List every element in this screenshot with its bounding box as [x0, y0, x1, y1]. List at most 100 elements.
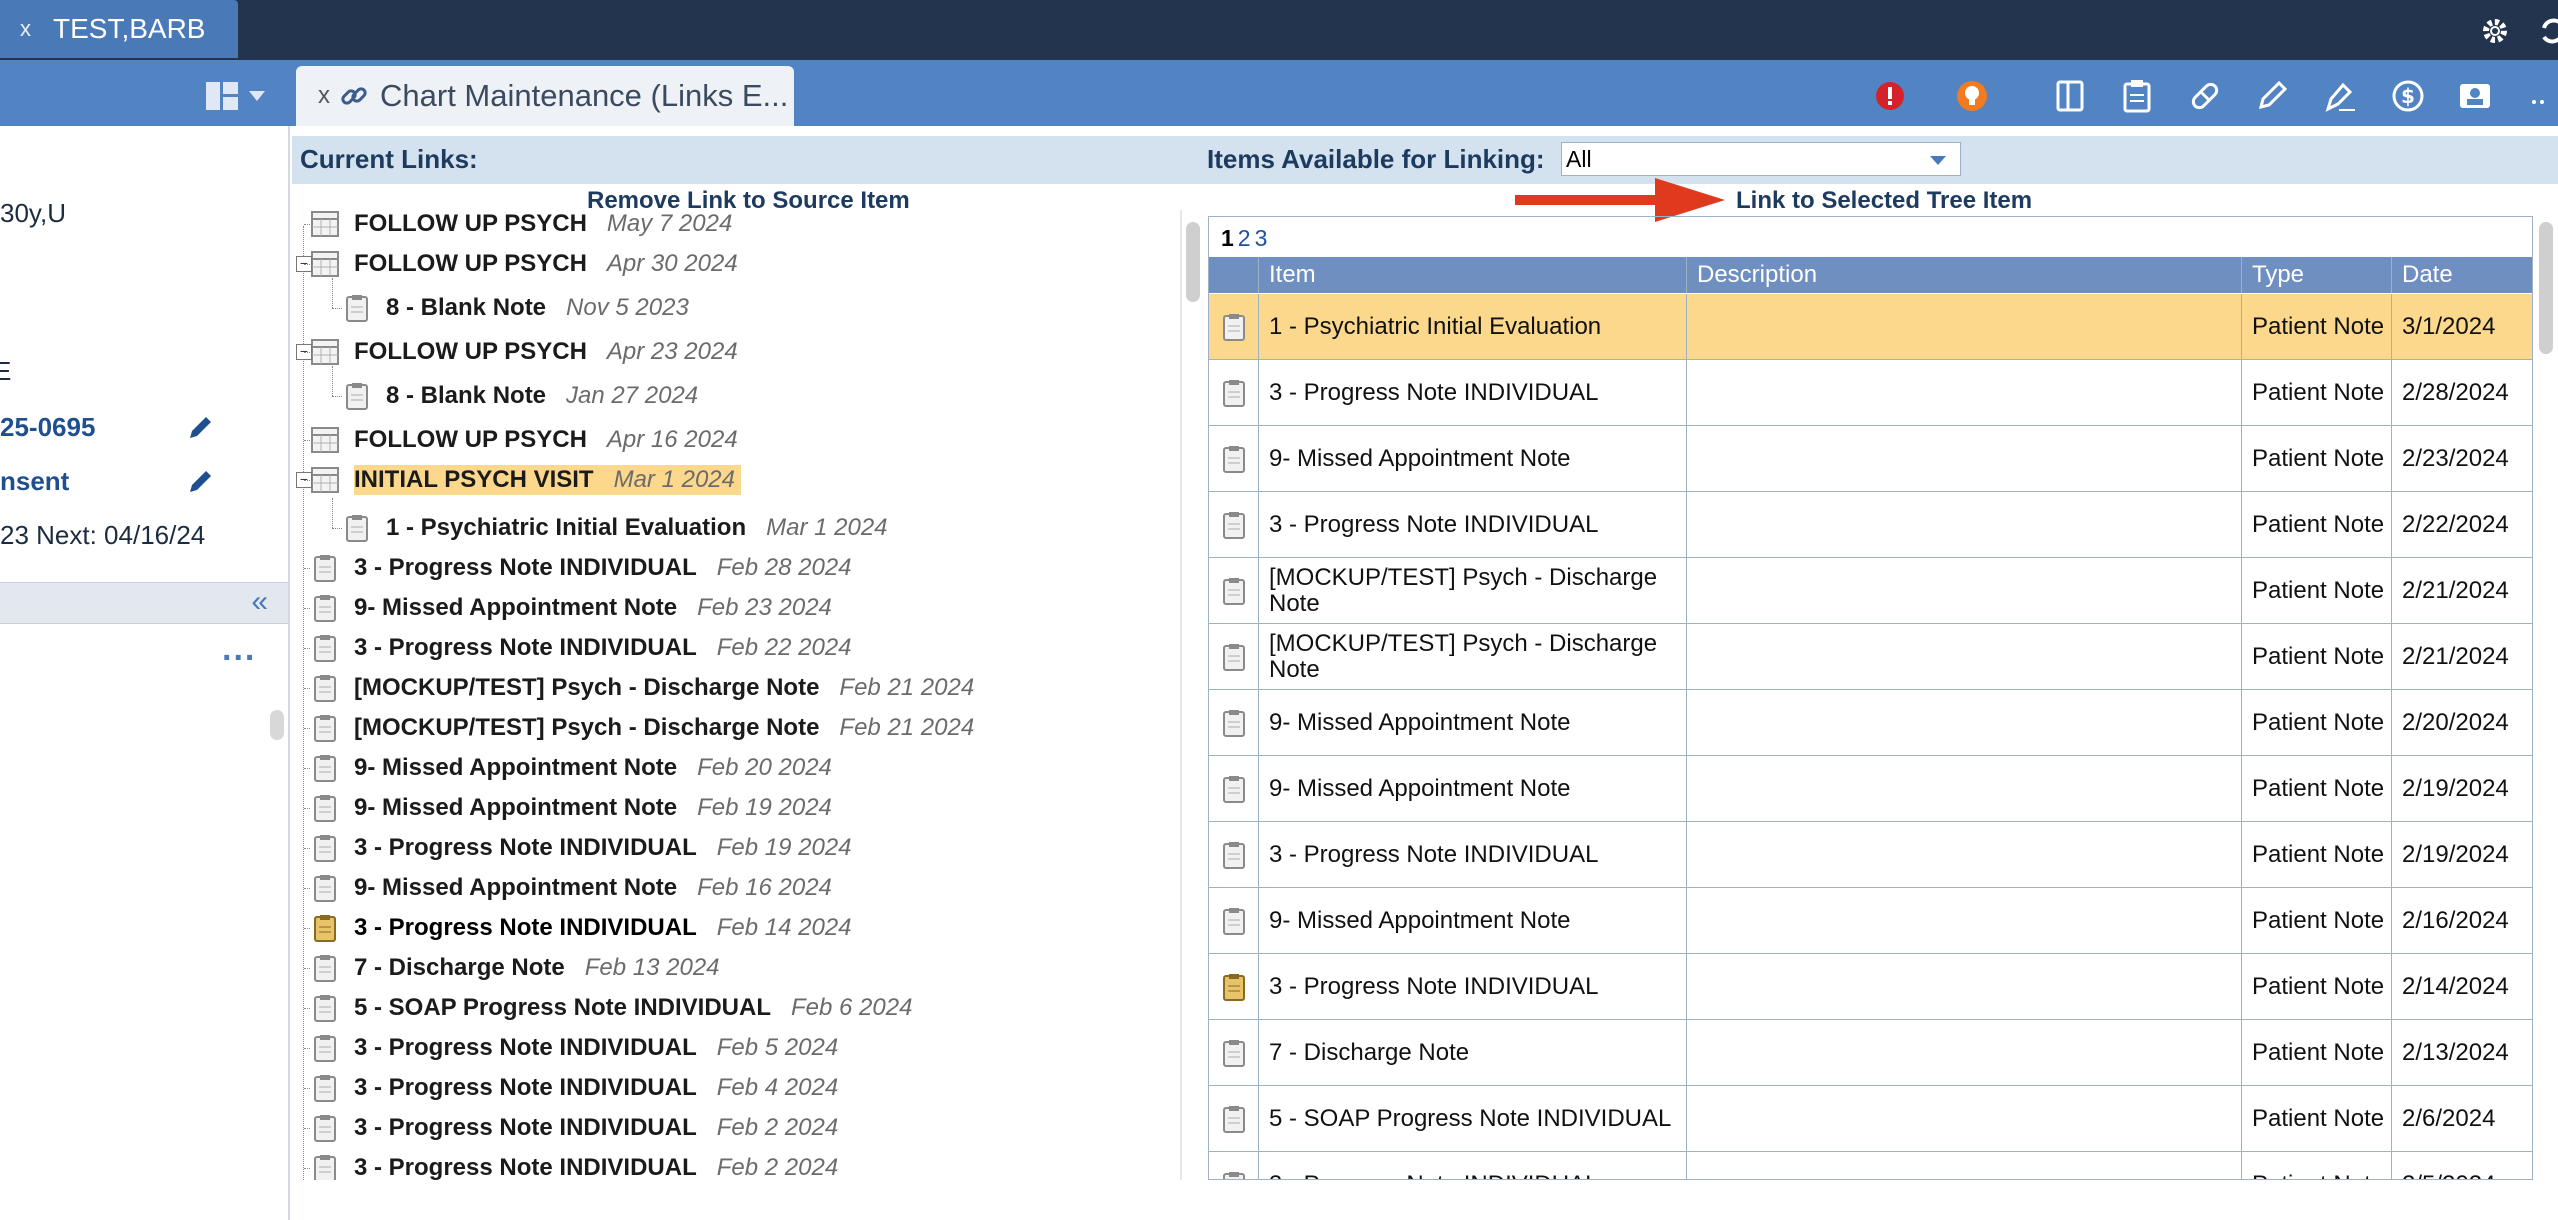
- grid-row[interactable]: 3 - Progress Note INDIVIDUAL Patient Note…: [1209, 360, 2532, 426]
- grid-cell-description: [1687, 690, 2242, 755]
- more-options-icon[interactable]: ...: [222, 630, 256, 669]
- edit-phone-pencil-icon[interactable]: [186, 412, 216, 442]
- collapse-panel-bar[interactable]: «: [0, 582, 288, 624]
- tree-item-date: Apr 30 2024: [606, 250, 738, 277]
- tree-item-label-wrap: [MOCKUP/TEST] Psych - Discharge Note Feb …: [354, 713, 974, 743]
- col-header-item[interactable]: Item: [1259, 257, 1687, 293]
- refresh-icon[interactable]: [2536, 14, 2558, 48]
- top-bar: [0, 0, 2558, 60]
- page-current[interactable]: 1: [1221, 225, 1234, 251]
- note-clipboard-icon: [310, 873, 354, 903]
- grid-row[interactable]: 3 - Progress Note INDIVIDUAL Patient Note…: [1209, 822, 2532, 888]
- grid-cell-item: 3 - Progress Note INDIVIDUAL: [1259, 822, 1687, 887]
- alert-icon[interactable]: [1870, 76, 1910, 116]
- tree-item-label: 9- Missed Appointment Note: [354, 594, 678, 621]
- grid-cell-type: Patient Note: [2242, 1020, 2392, 1085]
- tree-item[interactable]: 3 - Progress Note INDIVIDUAL Feb 14 2024: [310, 910, 852, 946]
- tree-item[interactable]: 8 - Blank Note Jan 27 2024: [342, 378, 698, 414]
- tree-item[interactable]: 3 - Progress Note INDIVIDUAL Feb 2 2024: [310, 1150, 838, 1180]
- pen-sign-icon[interactable]: [2320, 76, 2360, 116]
- tree-item[interactable]: INITIAL PSYCH VISIT Mar 1 2024: [310, 462, 741, 498]
- col-header-description[interactable]: Description: [1687, 257, 2242, 293]
- tree-scroll-track: [1180, 210, 1182, 1180]
- grid-row[interactable]: 3 - Progress Note INDIVIDUAL Patient Note…: [1209, 492, 2532, 558]
- lightbulb-icon[interactable]: [1952, 76, 1992, 116]
- note-clipboard-icon: [1209, 360, 1259, 425]
- patient-consent[interactable]: nsent: [0, 466, 69, 497]
- note-clipboard-icon: [310, 953, 354, 983]
- col-header-date[interactable]: Date: [2392, 257, 2532, 293]
- tree-item-label: 3 - Progress Note INDIVIDUAL: [354, 1034, 697, 1061]
- chart-maintenance-tab[interactable]: x Chart Maintenance (Links E...: [296, 66, 794, 126]
- tree-item[interactable]: [MOCKUP/TEST] Psych - Discharge Note Feb …: [310, 670, 974, 706]
- tree-item-label: 5 - SOAP Progress Note INDIVIDUAL: [354, 994, 771, 1021]
- tree-item-label-wrap: 8 - Blank Note Jan 27 2024: [386, 381, 698, 411]
- tree-item[interactable]: 7 - Discharge Note Feb 13 2024: [310, 950, 720, 986]
- tree-item-date: Feb 4 2024: [716, 1074, 839, 1101]
- id-card-icon[interactable]: [2455, 76, 2495, 116]
- col-header-type[interactable]: Type: [2242, 257, 2392, 293]
- tree-item[interactable]: 9- Missed Appointment Note Feb 16 2024: [310, 870, 832, 906]
- tree-item[interactable]: 3 - Progress Note INDIVIDUAL Feb 22 2024: [310, 630, 852, 666]
- grid-row[interactable]: 9- Missed Appointment Note Patient Note 2/…: [1209, 690, 2532, 756]
- tree-item-date: Feb 5 2024: [716, 1034, 839, 1061]
- page-link-2[interactable]: 2: [1238, 225, 1251, 251]
- tree-item[interactable]: 3 - Progress Note INDIVIDUAL Feb 4 2024: [310, 1070, 838, 1106]
- close-patient-tab-icon[interactable]: x: [20, 16, 31, 42]
- tree-item[interactable]: 3 - Progress Note INDIVIDUAL Feb 2 2024: [310, 1110, 838, 1146]
- tree-item[interactable]: FOLLOW UP PSYCH Apr 23 2024: [310, 334, 738, 370]
- grid-header-icon-col: [1209, 257, 1259, 293]
- tree-item-date: Feb 16 2024: [697, 874, 832, 901]
- tree-item[interactable]: 5 - SOAP Progress Note INDIVIDUAL Feb 6 2…: [310, 990, 912, 1026]
- grid-row[interactable]: 9- Missed Appointment Note Patient Note 2/…: [1209, 426, 2532, 492]
- grid-row[interactable]: 1 - Psychiatric Initial Evaluation Patien…: [1209, 294, 2532, 360]
- grid-row[interactable]: 5 - SOAP Progress Note INDIVIDUAL Patient…: [1209, 1086, 2532, 1152]
- tree-item[interactable]: [MOCKUP/TEST] Psych - Discharge Note Feb …: [310, 710, 974, 746]
- note-clipboard-icon: [310, 833, 354, 863]
- tree-item[interactable]: FOLLOW UP PSYCH Apr 30 2024: [310, 246, 738, 282]
- tree-item[interactable]: FOLLOW UP PSYCH May 7 2024: [310, 206, 732, 242]
- billing-dollar-icon[interactable]: $: [2388, 76, 2428, 116]
- grid-row[interactable]: 3 - Progress Note INDIVIDUAL Patient Note…: [1209, 954, 2532, 1020]
- tree-item[interactable]: 9- Missed Appointment Note Feb 19 2024: [310, 790, 832, 826]
- tree-item[interactable]: 1 - Psychiatric Initial Evaluation Mar 1 …: [342, 510, 888, 546]
- pill-icon[interactable]: [2185, 76, 2225, 116]
- tree-item-label: [MOCKUP/TEST] Psych - Discharge Note: [354, 714, 820, 741]
- grid-row[interactable]: 3 - Progress Note INDIVIDUAL Patient Note…: [1209, 1152, 2532, 1179]
- clipboard-icon[interactable]: [2117, 76, 2157, 116]
- page-link-3[interactable]: 3: [1255, 225, 1268, 251]
- tree-item[interactable]: 9- Missed Appointment Note Feb 20 2024: [310, 750, 832, 786]
- book-icon[interactable]: [2050, 76, 2090, 116]
- grid-row[interactable]: 9- Missed Appointment Note Patient Note 2/…: [1209, 888, 2532, 954]
- grid-row[interactable]: 9- Missed Appointment Note Patient Note 2/…: [1209, 756, 2532, 822]
- tree-item[interactable]: FOLLOW UP PSYCH Apr 16 2024: [310, 422, 738, 458]
- tree-item-label-wrap: [MOCKUP/TEST] Psych - Discharge Note Feb …: [354, 673, 974, 703]
- tree-item-label: 1 - Psychiatric Initial Evaluation: [386, 514, 747, 541]
- tree-item[interactable]: 3 - Progress Note INDIVIDUAL Feb 28 2024: [310, 550, 852, 586]
- pencil-icon[interactable]: [2252, 76, 2292, 116]
- patient-phone[interactable]: 25-0695: [0, 412, 95, 443]
- double-chevron-left-icon[interactable]: «: [251, 585, 268, 619]
- link-to-selected-button[interactable]: Link to Selected Tree Item: [1736, 187, 2032, 215]
- more-icon[interactable]: [2526, 76, 2558, 116]
- tree-scrollbar[interactable]: [1186, 222, 1200, 302]
- grid-cell-description: [1687, 294, 2242, 359]
- grid-row[interactable]: 7 - Discharge Note Patient Note 2/13/2024: [1209, 1020, 2532, 1086]
- left-panel-scrollbar[interactable]: [270, 710, 284, 740]
- tree-item[interactable]: 9- Missed Appointment Note Feb 23 2024: [310, 590, 832, 626]
- svg-text:$: $: [2401, 84, 2415, 108]
- items-filter-select[interactable]: All: [1561, 142, 1961, 176]
- tree-item[interactable]: 3 - Progress Note INDIVIDUAL Feb 5 2024: [310, 1030, 838, 1066]
- patient-tab[interactable]: x TEST,BARB: [0, 0, 238, 58]
- close-chart-tab-icon[interactable]: x: [318, 82, 330, 110]
- tree-item[interactable]: 3 - Progress Note INDIVIDUAL Feb 19 2024: [310, 830, 852, 866]
- grid-scrollbar[interactable]: [2539, 222, 2553, 354]
- grid-row[interactable]: [MOCKUP/TEST] Psych - Discharge Note Pati…: [1209, 624, 2532, 690]
- layout-toggle-button[interactable]: [205, 76, 275, 116]
- grid-cell-type: Patient Note: [2242, 1086, 2392, 1151]
- settings-gear-icon[interactable]: [2478, 14, 2512, 48]
- tree-item[interactable]: 8 - Blank Note Nov 5 2023: [342, 290, 689, 326]
- grid-row[interactable]: [MOCKUP/TEST] Psych - Discharge Note Pati…: [1209, 558, 2532, 624]
- grid-cell-item: 9- Missed Appointment Note: [1259, 690, 1687, 755]
- edit-consent-pencil-icon[interactable]: [186, 466, 216, 496]
